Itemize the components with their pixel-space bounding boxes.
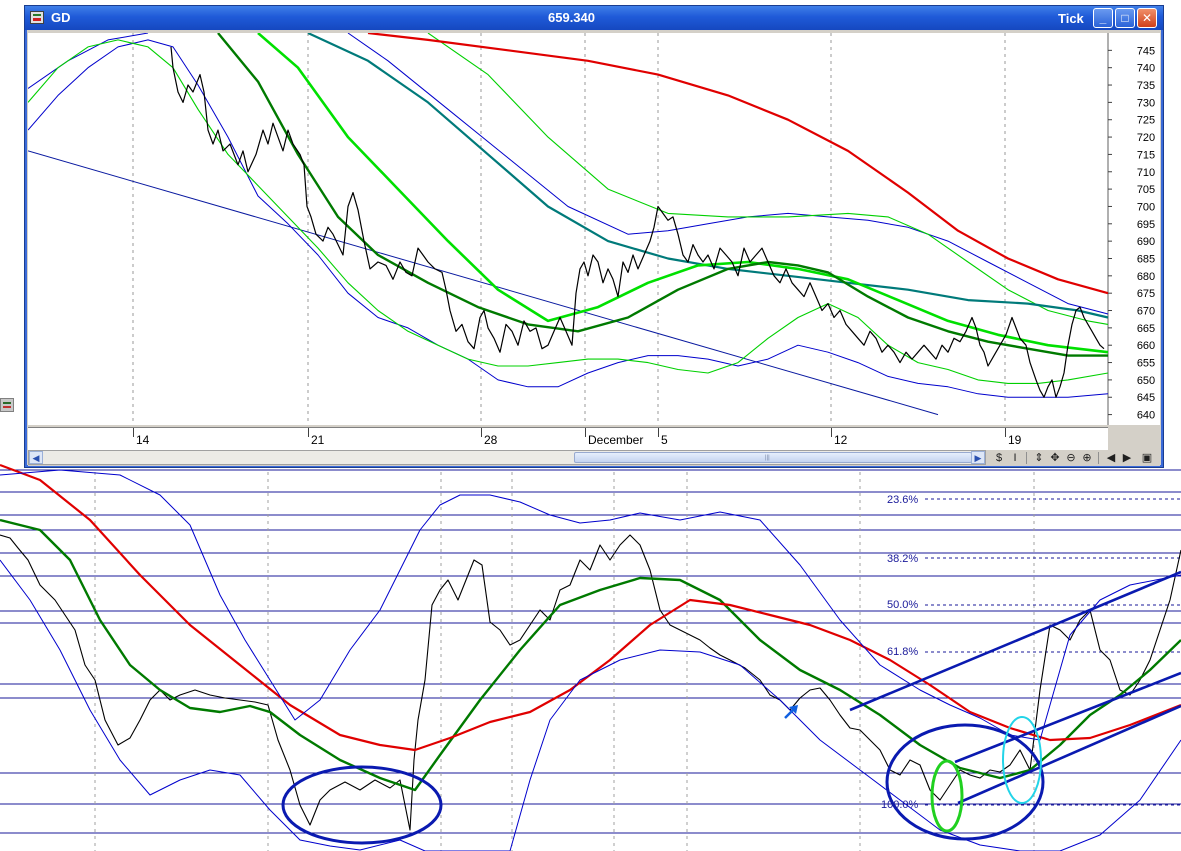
chart-toolbar: $ I ⇕ ✥ ⊖ ⊕ ◀ ▶ ▣ [990, 450, 1160, 466]
last-price-label: 659.340 [548, 10, 595, 25]
scroll-right-arrow-icon[interactable]: ▶ [971, 451, 985, 464]
vertical-zoom-icon[interactable]: ⇕ [1032, 451, 1046, 465]
price-tick-label: 640 [1137, 410, 1155, 422]
scroll-tool-icon[interactable]: $ [992, 451, 1006, 465]
date-label: 21 [311, 433, 325, 447]
date-label: 12 [834, 433, 848, 447]
symbol-label: GD [51, 10, 71, 25]
background-red-ma-line [0, 463, 1181, 752]
date-tick [658, 428, 659, 437]
highlight-ellipses [281, 716, 1045, 845]
price-tick-label: 660 [1137, 340, 1155, 352]
horizontal-scrollbar[interactable]: ◀ ||| ▶ [28, 450, 986, 465]
date-label: 14 [136, 433, 150, 447]
interval-label: Tick [1058, 11, 1084, 26]
price-tick-label: 745 [1137, 45, 1155, 57]
date-label: 28 [484, 433, 498, 447]
price-tick-label: 670 [1137, 306, 1155, 318]
chart-window: GD 659.340 Tick _ □ ✕ 640 645 650 655 660 665… [24, 5, 1164, 468]
price-tick-label: 720 [1137, 132, 1155, 144]
background-window-icon[interactable] [0, 398, 14, 412]
highlight-ellipse-left [281, 765, 443, 845]
price-tick-label: 655 [1137, 358, 1155, 370]
price-tick-label: 650 [1137, 375, 1155, 387]
price-tick-label: 715 [1137, 149, 1155, 161]
date-tick [481, 428, 482, 437]
price-tick-label: 695 [1137, 219, 1155, 231]
date-tick [1005, 428, 1006, 437]
price-tick-label: 740 [1137, 63, 1155, 75]
scroll-left-arrow-icon[interactable]: ◀ [29, 451, 43, 464]
highlight-ellipse-cyan [1002, 716, 1042, 804]
scroll-row: ◀ ||| ▶ $ I ⇕ ✥ ⊖ ⊕ ◀ ▶ ▣ [28, 450, 1160, 466]
highlight-ellipse-right [885, 723, 1045, 841]
price-tick-label: 700 [1137, 201, 1155, 213]
date-label: 5 [661, 433, 668, 447]
date-label: December [588, 433, 644, 447]
background-blue-band-lower-line [0, 559, 1181, 851]
date-tick [308, 428, 309, 437]
fib-label-61-8: 61.8% [887, 646, 919, 658]
price-tick-label: 735 [1137, 80, 1155, 92]
price-tick-label: 725 [1137, 115, 1155, 127]
minimize-button[interactable]: _ [1093, 8, 1113, 28]
zoom-out-icon[interactable]: ⊖ [1064, 451, 1078, 465]
price-tick-label: 730 [1137, 97, 1155, 109]
price-tick-label: 710 [1137, 167, 1155, 179]
scrollbar-thumb[interactable]: ||| [574, 452, 972, 463]
price-tick-label: 675 [1137, 288, 1155, 300]
toolbar-separator [1098, 452, 1099, 464]
title-bar[interactable]: GD 659.340 Tick _ □ ✕ [25, 6, 1163, 30]
chart-app-icon[interactable] [30, 11, 44, 24]
toolbar-separator [1026, 452, 1027, 464]
date-tick [585, 428, 586, 437]
price-tick-label: 665 [1137, 323, 1155, 335]
close-button[interactable]: ✕ [1137, 8, 1157, 28]
date-tick [133, 428, 134, 437]
zoom-in-icon[interactable]: ⊕ [1080, 451, 1094, 465]
background-series [0, 463, 1181, 851]
date-axis: 14 21 28 December 5 12 19 [28, 427, 1108, 451]
date-tick [831, 428, 832, 437]
fib-label-100-0: 100.0% [881, 799, 919, 811]
price-chart[interactable]: 640 645 650 655 660 665 670 675 680 685 690 695 700 7… [28, 33, 1160, 425]
pan-icon[interactable]: ✥ [1048, 451, 1062, 465]
fit-window-icon[interactable]: ▣ [1140, 451, 1154, 465]
date-label: 19 [1008, 433, 1022, 447]
fib-label-50-0: 50.0% [887, 599, 919, 611]
channel-upper-line [849, 570, 1181, 712]
price-tick-label: 705 [1137, 184, 1155, 196]
plot-area[interactable] [28, 33, 1108, 425]
price-tick-label: 645 [1137, 392, 1155, 404]
fib-label-38-2: 38.2% [887, 553, 919, 565]
fib-label-23-6: 23.6% [887, 494, 919, 506]
scrollbar-grip-icon: ||| [765, 455, 770, 461]
price-tick-label: 680 [1137, 271, 1155, 283]
price-tick-label: 685 [1137, 253, 1155, 265]
background-price-line [0, 534, 1181, 831]
cursor-tool-icon[interactable]: I [1008, 451, 1022, 465]
step-right-icon[interactable]: ▶ [1120, 451, 1134, 465]
maximize-button[interactable]: □ [1115, 8, 1135, 28]
background-vertical-gridlines [94, 465, 1035, 851]
price-tick-label: 690 [1137, 236, 1155, 248]
step-left-icon[interactable]: ◀ [1104, 451, 1118, 465]
